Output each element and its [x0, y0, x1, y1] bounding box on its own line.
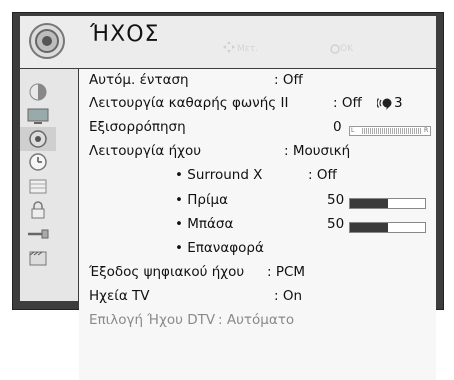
clock-icon[interactable] — [20, 150, 56, 174]
sound-mode-label[interactable]: Λειτουργία ήχου — [89, 143, 201, 159]
ok-button-icon — [330, 44, 340, 54]
clear-voice-label[interactable]: Λειτουργία καθαρής φωνής II — [89, 95, 288, 111]
treble-bar[interactable] — [349, 198, 426, 209]
balance-value: 0 — [333, 119, 342, 135]
balance-tick — [364, 128, 365, 134]
clear-voice-value: : Off — [333, 95, 362, 111]
surround-value: : Off — [308, 167, 337, 183]
sound-icon — [29, 23, 65, 59]
tv-speaker-value: : On — [274, 288, 303, 304]
move-arrows-icon — [223, 41, 235, 53]
clear-voice-level: 3 — [394, 95, 403, 111]
lock-icon[interactable] — [20, 198, 56, 222]
balance-tick — [376, 128, 377, 134]
balance-right-mark: R — [424, 127, 429, 134]
tv-speaker-label[interactable]: Ηχεία TV — [89, 288, 150, 304]
digital-out-label[interactable]: Έξοδος ψηφιακού ήχου — [89, 264, 244, 280]
bass-label[interactable]: • Μπάσα — [175, 216, 233, 232]
move-hint: Μετ. — [237, 44, 258, 54]
balance-tick — [402, 128, 403, 134]
treble-value: 50 — [327, 192, 345, 208]
balance-tick — [380, 128, 381, 134]
digital-out-value: : PCM — [267, 264, 306, 280]
balance-slider[interactable] — [349, 126, 431, 136]
dtv-audio-label: Επιλογή Ήχου DTV — [89, 312, 216, 328]
balance-tick — [378, 128, 379, 134]
surround-label[interactable]: • Surround X — [175, 167, 262, 183]
balance-tick — [384, 128, 385, 134]
dtv-audio-value: : Αυτόματο — [218, 312, 295, 328]
balance-tick — [396, 128, 397, 134]
balance-tick — [400, 128, 401, 134]
picture-adjust-icon[interactable] — [20, 80, 56, 104]
voice-icon — [377, 98, 392, 110]
balance-tick — [420, 128, 421, 134]
balance-tick — [416, 128, 417, 134]
balance-tick — [366, 128, 367, 134]
balance-tick — [394, 128, 395, 134]
balance-tick — [392, 128, 393, 134]
balance-label[interactable]: Εξισορρόπηση — [89, 119, 186, 135]
balance-tick — [388, 128, 389, 134]
balance-tick — [398, 128, 399, 134]
sound-mode-value: : Μουσική — [284, 143, 351, 159]
ok-hint: OK — [340, 44, 353, 54]
balance-tick — [370, 128, 371, 134]
auto-volume-value: : Off — [274, 72, 303, 88]
balance-tick — [408, 128, 409, 134]
balance-tick — [414, 128, 415, 134]
balance-tick — [372, 128, 373, 134]
input-icon[interactable] — [20, 222, 56, 246]
balance-tick — [404, 128, 405, 134]
sound-sidebar-icon[interactable] — [20, 127, 56, 151]
balance-tick — [418, 128, 419, 134]
balance-tick — [406, 128, 407, 134]
balance-tick — [368, 128, 369, 134]
monitor-icon[interactable] — [20, 104, 56, 128]
balance-tick — [410, 128, 411, 134]
balance-tick — [362, 128, 363, 134]
auto-volume-label[interactable]: Αυτόμ. ένταση — [89, 72, 189, 88]
balance-tick — [374, 128, 375, 134]
balance-tick — [386, 128, 387, 134]
treble-label[interactable]: • Πρίμα — [175, 192, 228, 208]
reset-label[interactable]: • Επαναφορά — [175, 240, 264, 256]
balance-tick — [382, 128, 383, 134]
bass-bar[interactable] — [349, 222, 426, 233]
bass-fill — [350, 223, 388, 232]
balance-tick — [412, 128, 413, 134]
balance-tick — [390, 128, 391, 134]
treble-fill — [350, 199, 388, 208]
option-icon[interactable] — [20, 174, 56, 198]
balance-left-mark: L — [351, 127, 355, 134]
page-title: ΉΧΟΣ — [90, 22, 160, 47]
media-icon[interactable] — [20, 246, 56, 270]
bass-value: 50 — [327, 216, 345, 232]
